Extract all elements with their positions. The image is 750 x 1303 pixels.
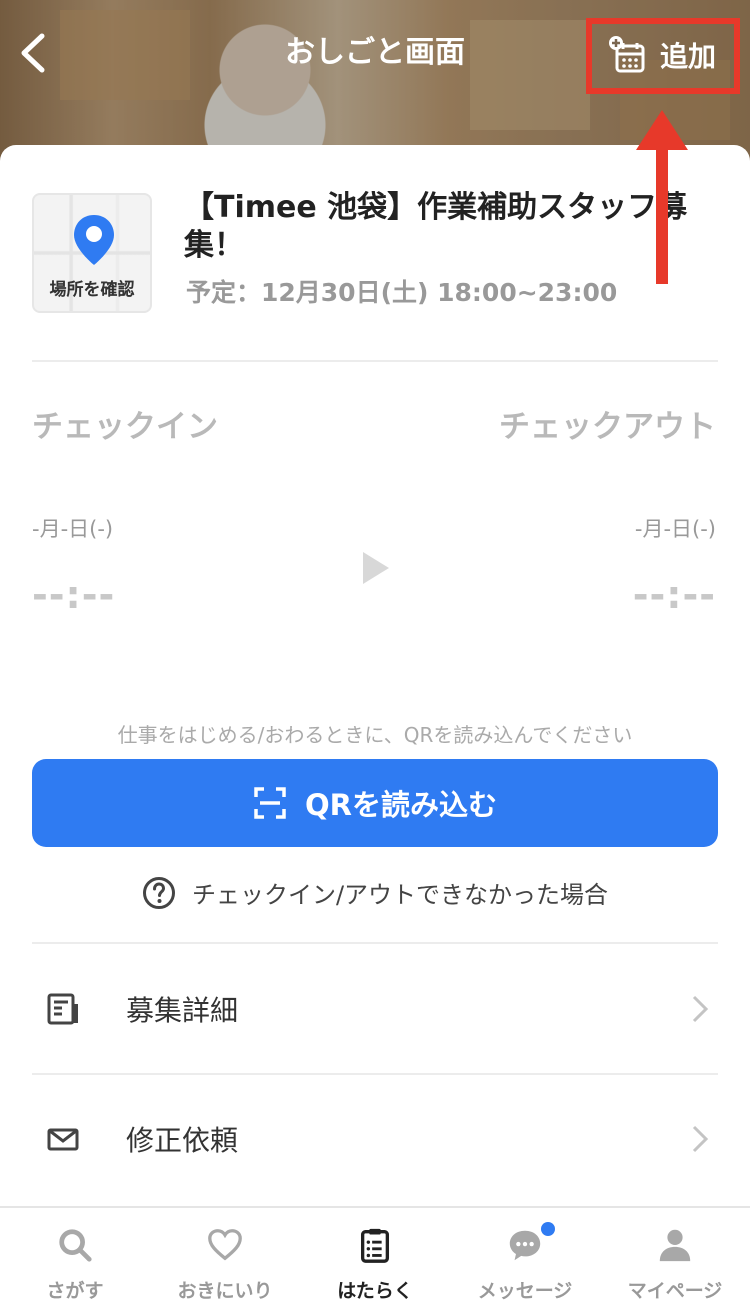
nav-item-mypage[interactable]: マイページ: [600, 1208, 750, 1303]
annotation-arrow: [636, 110, 688, 284]
divider: [32, 942, 718, 944]
job-card: 場所を確認 【Timee 池袋】作業補助スタッフ募集！ 予定：12月30日(土)…: [0, 145, 750, 1207]
person-icon: [659, 1229, 691, 1262]
checkin-help-link[interactable]: チェックイン/アウトできなかった場合: [0, 875, 750, 910]
chat-icon: [509, 1230, 541, 1261]
divider: [32, 360, 718, 362]
annotation-highlight-box: [586, 18, 740, 94]
checkin-date: -月-日(-): [32, 517, 114, 541]
search-icon: [59, 1229, 92, 1262]
menu-item-job-details[interactable]: 募集詳細: [32, 945, 718, 1073]
checkout-label: チェックアウト: [499, 409, 716, 445]
qr-button-label: QRを読み込む: [305, 788, 497, 822]
heart-icon: [208, 1229, 242, 1261]
checkin-label: チェックイン: [32, 409, 218, 445]
nav-label: はたらく: [337, 1280, 413, 1302]
qr-scan-button[interactable]: QRを読み込む: [32, 759, 718, 847]
menu-item-correction-request[interactable]: 修正依頼: [32, 1075, 718, 1203]
nav-item-messages[interactable]: メッセージ: [450, 1208, 600, 1303]
job-schedule: 予定：12月30日(土) 18:00~23:00: [186, 278, 618, 307]
nav-item-search[interactable]: さがす: [0, 1208, 150, 1303]
document-icon: [47, 993, 78, 1025]
checkin-time: --:--: [32, 573, 116, 617]
nav-label: マイページ: [627, 1280, 723, 1302]
qr-scan-icon: [254, 787, 286, 819]
qr-hint-text: 仕事をはじめる/おわるときに、QRを読み込んでください: [117, 723, 633, 747]
map-pin-icon: [74, 215, 114, 265]
clipboard-icon: [360, 1228, 390, 1263]
nav-label: さがす: [46, 1280, 104, 1302]
nav-item-favorites[interactable]: おきにいり: [150, 1208, 300, 1303]
checkout-date: -月-日(-): [634, 517, 716, 541]
question-icon: [142, 876, 175, 909]
chevron-right-icon: [692, 995, 709, 1023]
nav-label: おきにいり: [177, 1280, 273, 1302]
nav-item-work[interactable]: はたらく: [300, 1208, 450, 1303]
job-title: 【Timee 池袋】作業補助スタッフ募集！: [184, 190, 688, 263]
checkout-time: --:--: [632, 573, 716, 617]
mail-icon: [47, 1128, 79, 1151]
map-thumbnail[interactable]: 場所を確認: [32, 193, 152, 313]
nav-label: メッセージ: [477, 1280, 573, 1302]
play-arrow-icon: [363, 552, 389, 584]
chevron-right-icon: [692, 1125, 709, 1153]
notification-badge: [541, 1222, 555, 1236]
bottom-navigation: さがす おきにいり はたらく メッセージ マイページ: [0, 1206, 750, 1303]
map-label: 場所を確認: [49, 280, 135, 300]
menu-item-label: 募集詳細: [126, 994, 239, 1027]
help-label: チェックイン/アウトできなかった場合: [191, 881, 609, 909]
menu-item-label: 修正依頼: [126, 1124, 239, 1157]
